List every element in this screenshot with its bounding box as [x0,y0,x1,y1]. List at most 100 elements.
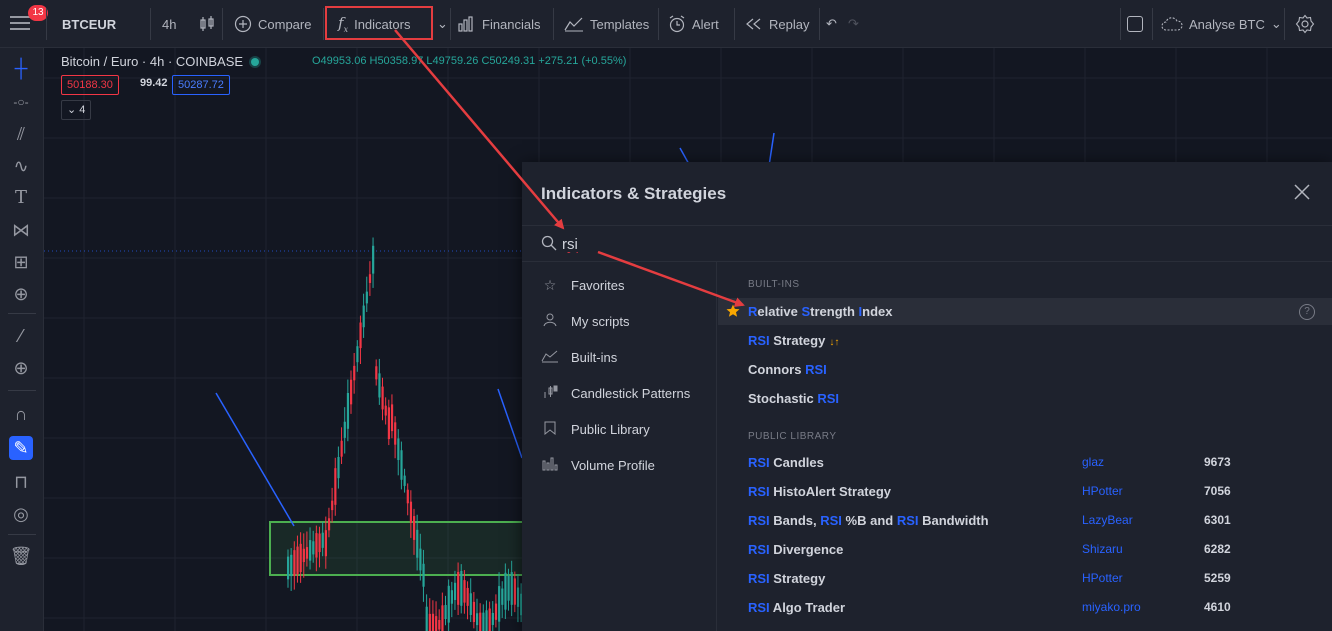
section-header-built-ins: BUILT-INS [748,279,800,290]
cloud-icon [1161,17,1183,31]
candle-body [413,516,416,540]
candle-body [400,450,403,480]
help-icon[interactable]: ? [1299,304,1315,320]
close-value: C50249.31 [481,55,536,67]
undo-icon: ↶ [826,16,837,31]
undo-button[interactable]: ↶ [826,10,837,38]
candle-body [431,613,435,631]
trend-line-icon[interactable]: -○- [9,90,33,114]
candle-body [305,547,309,559]
candle-body [378,373,381,398]
result-author[interactable]: LazyBear [1082,513,1133,527]
ohlc-values: O49953.06 H50358.97 L49759.26 C50249.31 … [312,55,626,67]
candle-body [485,610,488,631]
result-author[interactable]: HPotter [1082,484,1123,498]
section-header-public-library: PUBLIC LIBRARY [748,431,837,442]
sidebar-item-built-ins[interactable]: Built-ins [541,345,617,369]
result-author[interactable]: miyako.pro [1082,600,1141,614]
candle-body [293,550,296,576]
zoom-icon[interactable]: ⊕ [9,282,33,306]
candle-body [460,570,463,606]
settings-button[interactable] [1295,10,1315,38]
collapse-indicators-button[interactable]: ⌄ 4 [61,100,92,120]
candle-body [302,548,305,563]
close-icon[interactable] [1292,182,1312,202]
result-author[interactable]: HPotter [1082,571,1123,585]
candle-body [334,468,337,505]
financials-button[interactable]: Financials [458,10,541,38]
result-likes: 5259 [1204,571,1231,585]
result-row[interactable]: RSI Strategy HPotter 5259 [718,565,1332,592]
redo-button[interactable]: ↷ [848,10,859,38]
alert-button[interactable]: Alert [668,10,719,38]
candle-body [406,489,409,504]
lock-icon[interactable]: ⊓ [9,470,33,494]
sidebar-item-label: Built-ins [571,349,618,365]
sidebar-item-candlestick-patterns[interactable]: Candlestick Patterns [541,381,690,405]
candle-body [488,608,491,631]
ruler-icon[interactable]: ⁄ [9,324,33,348]
sidebar-item-favorites[interactable]: ☆ Favorites [541,273,625,297]
patterns-icon[interactable]: ∿ [9,154,33,178]
layout-button[interactable]: Analyse BTC ⌄ [1161,10,1282,38]
candle-body [409,501,413,523]
sell-price-button[interactable]: 50188.30 [61,75,119,95]
candle-body [287,556,290,580]
sidebar-item-volume-profile[interactable]: Volume Profile [541,453,655,477]
chart-type-button[interactable] [199,10,215,38]
result-row[interactable]: RSI Candles glaz 9673 [718,449,1332,476]
candle-body [450,590,453,604]
magnet-icon[interactable]: ∩ [9,402,33,426]
prediction-icon[interactable]: ⋈ [9,218,33,242]
eye-icon[interactable]: ◎ [9,502,33,526]
result-row[interactable]: RSI Divergence Shizaru 6282 [718,536,1332,563]
gann-fib-icon[interactable]: ⫽ [9,122,33,146]
search-icon [541,235,557,251]
indicators-dropdown[interactable]: ⌄ [437,10,448,38]
result-row[interactable]: Connors RSI [718,356,1332,383]
result-name: RSI Divergence [748,542,844,557]
sidebar-item-my-scripts[interactable]: My scripts [541,309,630,333]
divider [8,313,36,314]
result-row[interactable]: RSI Bands, RSI %B and RSI Bandwidth LazyB… [718,507,1332,534]
compare-button[interactable]: Compare [234,10,311,38]
trash-icon[interactable]: 🗑 [9,544,33,568]
result-author[interactable]: glaz [1082,455,1104,469]
replay-label: Replay [769,16,810,32]
text-icon[interactable]: T [9,186,33,210]
candle-body [441,605,444,631]
interval-button[interactable]: 4h [162,10,176,38]
result-row[interactable]: RSI HistoAlert Strategy HPotter 7056 [718,478,1332,505]
result-row[interactable]: Relative Strength Index ? [718,298,1332,325]
result-row[interactable]: Stochastic RSI [718,385,1332,412]
templates-button[interactable]: Templates [564,10,649,38]
lock-drawing-icon[interactable]: ✎ [9,436,33,460]
divider [150,8,151,40]
result-row[interactable]: RSI Algo Trader miyako.pro 4610 [718,594,1332,621]
crosshair-icon[interactable]: ┼ [9,56,33,80]
result-author[interactable]: Shizaru [1082,542,1123,556]
candle-body [469,593,472,615]
replay-button[interactable]: Replay [745,10,809,38]
star-filled-icon[interactable] [726,304,740,318]
result-name: RSI Bands, RSI %B and RSI Bandwidth [748,513,989,528]
result-row[interactable]: RSI Strategy ↓↑ [718,327,1332,354]
icons-shapes-icon[interactable]: ⊞ [9,250,33,274]
candle-body [472,601,476,623]
zoom-in-icon[interactable]: ⊕ [9,356,33,380]
divider [8,534,36,535]
candles-icon [200,16,214,31]
top-toolbar: 13 BTCEUR 4h Compare fx Indicators ⌄ Fin… [0,0,1332,48]
notification-badge: 13 [28,5,48,21]
high-value: H50358.97 [369,55,424,67]
search-input[interactable] [562,232,962,256]
candle-body [394,422,397,445]
candle-body [384,405,387,416]
divider [1284,8,1285,40]
sidebar-item-public-library[interactable]: Public Library [541,417,650,441]
symbol-search-button[interactable]: BTCEUR [62,10,116,38]
fullscreen-button[interactable] [1127,10,1143,38]
buy-price-button[interactable]: 50287.72 [172,75,230,95]
result-likes: 9673 [1204,455,1231,469]
dialog-title: Indicators & Strategies [541,184,727,203]
